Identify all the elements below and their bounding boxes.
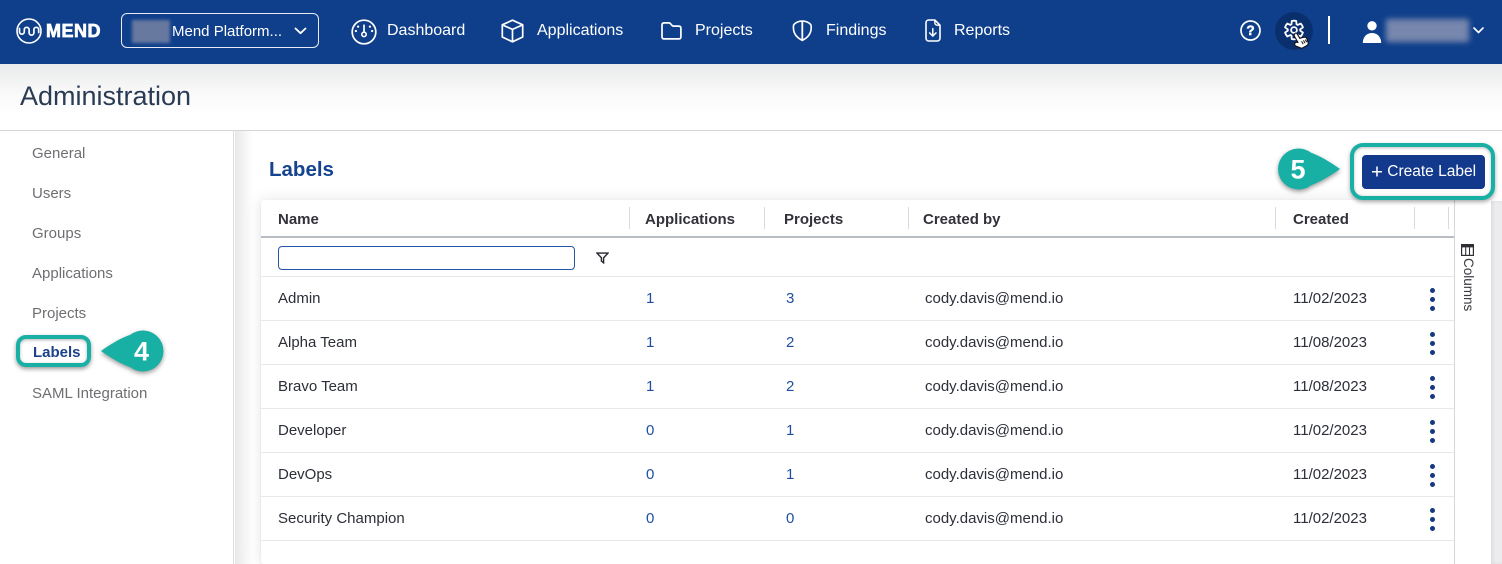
svg-text:5: 5 [1290, 155, 1305, 185]
svg-text:?: ? [1246, 23, 1254, 38]
svg-text:4: 4 [134, 337, 149, 367]
